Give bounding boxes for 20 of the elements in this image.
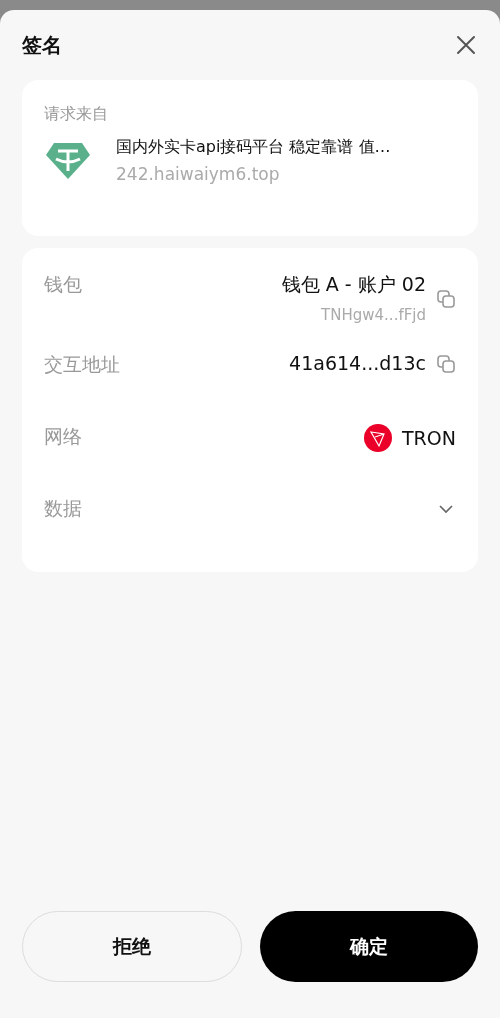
copy-icon[interactable] (436, 354, 456, 374)
wallet-name: 钱包 A - 账户 02 (281, 272, 426, 297)
site-url: 242.haiwaiym6.top (116, 164, 281, 184)
diamond-icon (44, 140, 92, 181)
tron-logo-icon (364, 424, 392, 452)
chevron-icon[interactable] (438, 504, 454, 514)
row-label: 网络 (44, 424, 82, 449)
close-icon[interactable] (456, 35, 476, 55)
request-label: 请求来自 (44, 104, 109, 125)
reject-button[interactable]: 拒绝 (22, 911, 242, 982)
row-label: 钱包 (44, 272, 82, 297)
confirm-button[interactable]: 确定 (260, 911, 478, 982)
wallet-address: TNHgw4...fFjd (321, 306, 426, 324)
row-label: 数据 (44, 496, 82, 521)
network-name: TRON (402, 427, 456, 449)
row-label: 交互地址 (44, 352, 120, 377)
contract-address: 41a614...d13c (289, 352, 426, 374)
copy-icon[interactable] (436, 289, 456, 309)
site-name: 国内外实卡api接码平台 稳定靠谱 值… (116, 137, 391, 158)
dialog-title: 签名 (22, 31, 62, 59)
